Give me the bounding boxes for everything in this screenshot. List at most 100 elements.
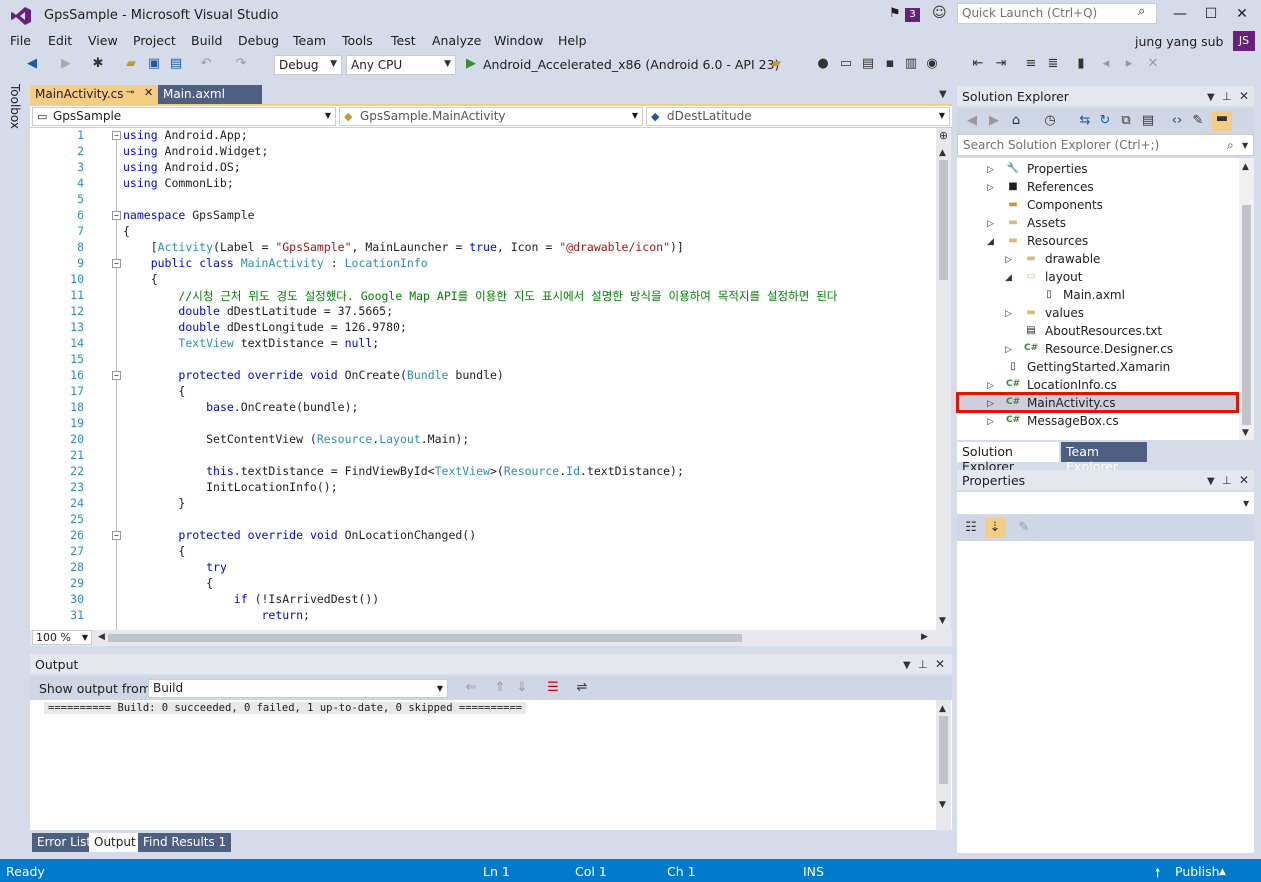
collapse-toggle[interactable]: − (112, 371, 121, 380)
close-tab-icon[interactable]: ✕ (144, 86, 153, 99)
close-pane-icon[interactable]: ✕ (1239, 473, 1249, 487)
menu-debug[interactable]: Debug (238, 33, 279, 48)
tab-output[interactable]: Output (89, 833, 141, 852)
zoom-select[interactable]: 100 % ▼ (32, 630, 92, 645)
next-message-icon[interactable]: ⇓ (514, 680, 530, 696)
tree-item-assets[interactable]: Assets (1027, 216, 1066, 230)
property-pages-icon[interactable]: ✎ (1016, 520, 1032, 536)
close-button[interactable]: ✕ (1227, 4, 1257, 24)
menu-view[interactable]: View (88, 33, 118, 48)
scroll-down-icon[interactable]: ▼ (939, 616, 946, 626)
user-name[interactable]: jung yang sub (1135, 34, 1223, 49)
view-code-icon[interactable]: ‹› (1169, 113, 1185, 129)
word-wrap-icon[interactable]: ⇌ (574, 680, 590, 696)
collapse-arrow-icon[interactable]: ◢ (987, 237, 994, 247)
tab-team-explorer[interactable]: Team Explorer (1061, 442, 1147, 474)
output-source-select[interactable]: Build ▼ (148, 679, 448, 698)
next-bookmark-icon[interactable]: ▸ (1121, 56, 1137, 72)
feedback-icon[interactable]: ☺ (932, 5, 947, 21)
tree-item-properties[interactable]: Properties (1027, 162, 1088, 176)
output-text-area[interactable] (30, 700, 952, 830)
minimize-button[interactable]: — (1165, 4, 1195, 24)
pane-menu-chevron-icon[interactable]: ▼ (903, 660, 911, 671)
tree-item-layout[interactable]: layout (1045, 270, 1082, 284)
close-pane-icon[interactable]: ✕ (935, 657, 945, 671)
notification-count-badge[interactable]: 3 (905, 8, 920, 22)
menu-window[interactable]: Window (494, 33, 543, 48)
menu-file[interactable]: File (10, 33, 31, 48)
pane-menu-chevron-icon[interactable]: ▼ (1207, 92, 1215, 103)
save-all-icon[interactable]: ▤ (168, 56, 184, 72)
expand-arrow-icon[interactable]: ▷ (1005, 309, 1012, 319)
menu-team[interactable]: Team (293, 33, 326, 48)
pane-menu-chevron-icon[interactable]: ▼ (1207, 476, 1215, 487)
run-target-button[interactable]: Android_Accelerated_x86 (Android 6.0 - A… (483, 57, 779, 72)
categorized-icon[interactable]: ☷ (963, 520, 979, 536)
uncomment-icon[interactable]: ≣ (1045, 56, 1061, 72)
tab-error-list[interactable]: Error List (32, 833, 97, 852)
outdent-icon[interactable]: ⇥ (993, 56, 1009, 72)
user-avatar[interactable]: JS (1233, 31, 1255, 51)
expand-arrow-icon[interactable]: ▷ (1005, 255, 1012, 265)
pin-icon[interactable]: ⊥ (918, 658, 928, 671)
tree-item-drawable[interactable]: drawable (1045, 252, 1100, 266)
platform-select[interactable]: Any CPU ▼ (346, 55, 456, 75)
redo-icon[interactable]: ↷ (233, 56, 249, 72)
refresh-icon[interactable]: ↻ (1097, 113, 1113, 129)
attach-icon[interactable]: ▰ (768, 56, 784, 72)
chevron-down-icon[interactable]: ▼ (1242, 141, 1248, 150)
terminal-icon[interactable]: ▪ (882, 56, 898, 72)
tab-list-chevron-icon[interactable]: ▼ (939, 89, 947, 100)
pin-icon[interactable]: ⊥ (1222, 474, 1232, 487)
save-icon[interactable]: ▣ (146, 56, 162, 72)
sdk-manager-icon[interactable]: ▤ (860, 56, 876, 72)
horizontal-scroll-thumb[interactable] (108, 634, 742, 642)
menu-tools[interactable]: Tools (342, 33, 373, 48)
menu-test[interactable]: Test (391, 33, 416, 48)
tree-item-about-resources[interactable]: AboutResources.txt (1045, 324, 1162, 338)
tree-item-references[interactable]: References (1027, 180, 1094, 194)
scroll-up-icon[interactable]: ▲ (939, 704, 946, 714)
class-nav-select[interactable]: ◆ GpsSample.MainActivity ▼ (339, 107, 643, 126)
forward-icon[interactable]: ▶ (986, 113, 1002, 129)
prev-bookmark-icon[interactable]: ◂ (1098, 56, 1114, 72)
chevron-down-icon[interactable]: ▼ (1243, 499, 1249, 508)
maximize-button[interactable]: ☐ (1196, 4, 1226, 24)
expand-arrow-icon[interactable]: ▷ (987, 399, 994, 409)
find-message-icon[interactable]: ⇐ (463, 680, 479, 696)
collapse-toggle[interactable]: − (112, 259, 121, 268)
device-log-icon[interactable]: ▭ (838, 56, 854, 72)
tree-item-resource-designer[interactable]: Resource.Designer.cs (1045, 342, 1173, 356)
expand-arrow-icon[interactable]: ▷ (987, 381, 994, 391)
search-icon[interactable]: ⌕ (1138, 4, 1145, 19)
tree-item-main-axml[interactable]: Main.axml (1063, 288, 1125, 302)
pin-icon[interactable]: ⊸ (126, 87, 134, 98)
new-project-icon[interactable]: ✱ (90, 56, 106, 72)
preview-selected-icon[interactable]: ▬ (1212, 111, 1232, 131)
clear-all-icon[interactable]: ☰ (545, 680, 561, 696)
pending-changes-icon[interactable]: ◷ (1042, 113, 1058, 129)
navigate-back-icon[interactable]: ◀ (24, 56, 40, 72)
scroll-up-icon[interactable]: ▲ (1242, 162, 1249, 172)
member-nav-select[interactable]: ◆ dDestLatitude ▼ (646, 107, 950, 126)
scroll-right-icon[interactable]: ▶ (921, 632, 928, 642)
tree-item-locationinfo[interactable]: LocationInfo.cs (1027, 378, 1117, 392)
menu-edit[interactable]: Edit (48, 33, 72, 48)
menu-build[interactable]: Build (191, 33, 222, 48)
tree-item-resources[interactable]: Resources (1027, 234, 1088, 248)
expand-arrow-icon[interactable]: ▷ (1005, 345, 1012, 355)
sync-icon[interactable]: ⇆ (1077, 113, 1093, 129)
properties-wrench-icon[interactable]: ✎ (1190, 113, 1206, 129)
collapse-toggle[interactable]: − (112, 211, 121, 220)
quick-launch-input[interactable]: Quick Launch (Ctrl+Q) (957, 3, 1157, 24)
search-icon[interactable]: ⌕ (1227, 138, 1234, 153)
back-icon[interactable]: ◀ (964, 113, 980, 129)
toolbox-tab[interactable]: Toolbox (8, 84, 22, 129)
scroll-left-icon[interactable]: ◀ (98, 632, 105, 642)
configuration-select[interactable]: Debug ▼ (274, 55, 342, 75)
menu-help[interactable]: Help (558, 33, 587, 48)
publish-arrow-icon[interactable]: 🠕 (1155, 864, 1160, 882)
collapse-toggle[interactable]: − (112, 131, 121, 140)
indent-icon[interactable]: ⇤ (970, 56, 986, 72)
comment-icon[interactable]: ≡ (1023, 56, 1039, 72)
